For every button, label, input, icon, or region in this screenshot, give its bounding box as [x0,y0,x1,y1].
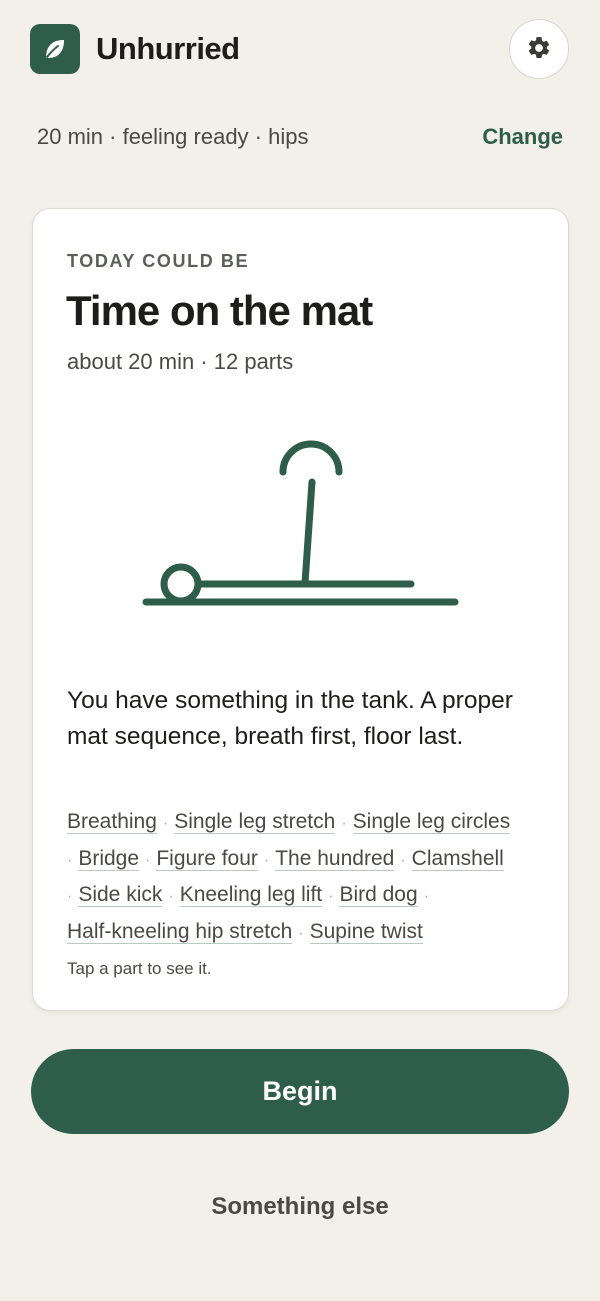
mat-exercise-illustration [33,419,570,639]
card-eyebrow: TODAY COULD BE [67,251,250,271]
separator: · [298,924,304,942]
separator: · [400,851,406,869]
part-link[interactable]: The hundred [275,846,395,871]
part-link[interactable]: Side kick [78,883,163,907]
change-link[interactable]: Change [482,124,563,150]
home-screen: Unhurried 20 min · feeling ready · hips … [0,0,600,1301]
part-link[interactable]: Bridge [78,846,140,871]
app-header: Unhurried [30,18,570,80]
brand: Unhurried [30,24,240,74]
separator: · [328,888,334,905]
separator: · [67,851,73,869]
gear-icon [526,35,552,64]
separator: · [341,815,347,832]
session-summary: 20 min · feeling ready · hips Change [37,122,563,152]
part-link[interactable]: Half-kneeling hip stretch [67,919,293,944]
settings-button[interactable] [509,19,569,79]
begin-button[interactable]: Begin [31,1049,569,1134]
separator: · [162,815,169,832]
suggestion-card: TODAY COULD BE Time on the mat about 20 … [32,208,569,1011]
part-link[interactable]: Supine twist [309,919,423,944]
part-link[interactable]: Single leg stretch [174,810,336,834]
part-link[interactable]: Kneeling leg lift [179,883,323,907]
session-summary-text: 20 min · feeling ready · hips [37,124,309,149]
part-link[interactable]: Bird dog [339,883,418,907]
something-else-button[interactable]: Something else [150,1185,450,1229]
parts-hint: Tap a part to see it. [67,959,212,978]
leaf-icon [30,24,80,74]
part-link[interactable]: Single leg circles [352,810,511,834]
separator: · [67,888,73,905]
separator: · [168,888,174,905]
part-link[interactable]: Figure four [156,846,258,871]
separator: · [423,888,429,905]
parts-list: Breathing · Single leg stretch · Single leg … [67,805,542,951]
separator: · [145,851,151,869]
card-title: Time on the mat [66,287,373,334]
card-description: You have something in the tank. A proper… [67,687,513,750]
separator: · [263,851,270,869]
card-meta: about 20 min · 12 parts [67,349,294,374]
part-link[interactable]: Breathing [67,810,157,834]
app-title: Unhurried [96,31,240,66]
part-link[interactable]: Clamshell [411,846,504,871]
